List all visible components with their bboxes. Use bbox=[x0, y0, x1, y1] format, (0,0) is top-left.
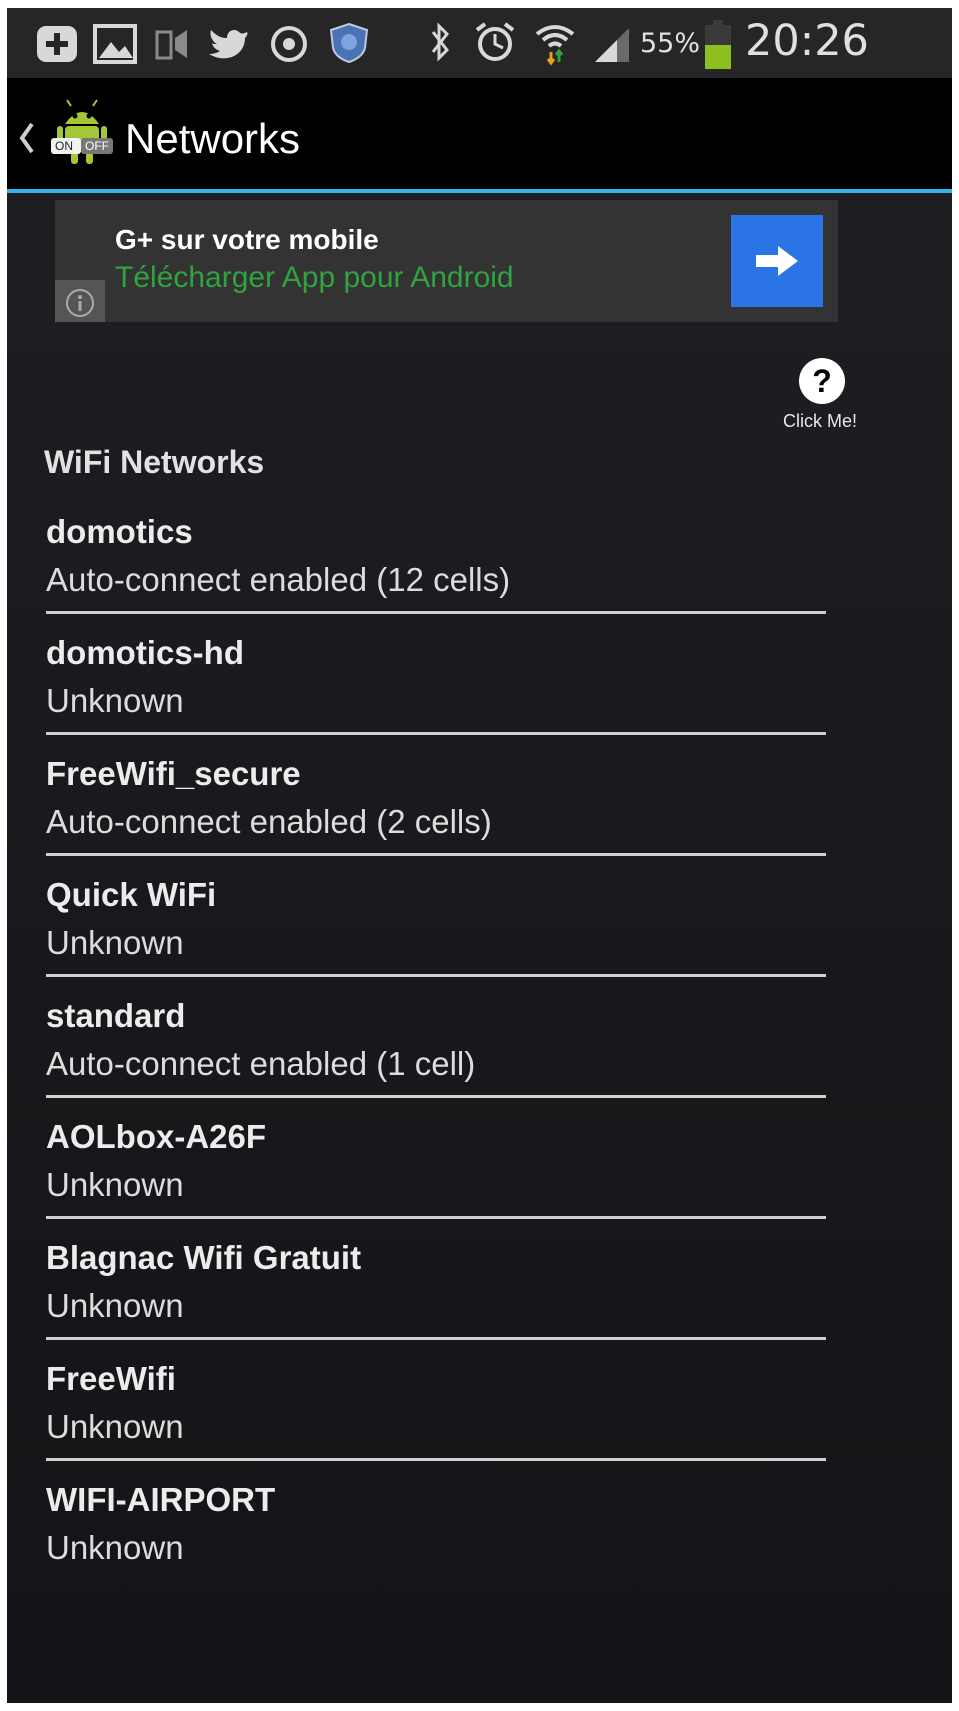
network-status: Unknown bbox=[46, 924, 184, 961]
network-name: FreeWifi_secure bbox=[46, 755, 301, 792]
help-label[interactable]: Click Me! bbox=[783, 411, 857, 432]
network-list-item[interactable]: domotics-hd Unknown bbox=[46, 634, 826, 755]
clock-time: 20:26 bbox=[745, 16, 869, 66]
network-list-item[interactable]: FreeWifi_secure Auto-connect enabled (2 … bbox=[46, 755, 826, 876]
target-icon bbox=[269, 24, 313, 69]
app-logo-on-label: ON bbox=[55, 139, 73, 153]
network-list-item[interactable]: AOLbox-A26F Unknown bbox=[46, 1118, 826, 1239]
info-icon bbox=[65, 288, 95, 323]
shield-icon bbox=[327, 22, 371, 69]
ad-title: G+ sur votre mobile bbox=[115, 224, 379, 255]
app-frame: 55% 20:26 ON OFF Networks G+ sur votre m… bbox=[7, 8, 952, 1703]
network-status: Unknown bbox=[46, 1287, 184, 1324]
list-divider bbox=[46, 1095, 826, 1098]
network-list-item[interactable]: Blagnac Wifi Gratuit Unknown bbox=[46, 1239, 826, 1360]
list-divider bbox=[46, 1458, 826, 1461]
network-list-item[interactable]: Quick WiFi Unknown bbox=[46, 876, 826, 997]
ad-info-button[interactable] bbox=[55, 280, 105, 322]
wifi-icon bbox=[533, 20, 577, 71]
battery-percent: 55% bbox=[640, 28, 701, 59]
network-name: domotics-hd bbox=[46, 634, 244, 671]
plus-icon bbox=[35, 24, 79, 69]
gallery-icon bbox=[93, 24, 137, 69]
network-status: Auto-connect enabled (1 cell) bbox=[46, 1045, 476, 1082]
network-status: Auto-connect enabled (2 cells) bbox=[46, 803, 492, 840]
section-title: WiFi Networks bbox=[44, 444, 265, 480]
network-name: FreeWifi bbox=[46, 1360, 176, 1397]
list-divider bbox=[46, 974, 826, 977]
chevron-left-icon bbox=[17, 120, 37, 161]
arrow-right-icon bbox=[754, 244, 800, 283]
network-status: Unknown bbox=[46, 1529, 184, 1566]
network-name: WIFI-AIRPORT bbox=[46, 1481, 276, 1518]
network-list-item[interactable]: FreeWifi Unknown bbox=[46, 1360, 826, 1481]
network-status: Unknown bbox=[46, 1166, 184, 1203]
ad-open-button[interactable] bbox=[731, 215, 823, 307]
help-button[interactable]: ? bbox=[799, 358, 845, 404]
page-title: Networks bbox=[125, 115, 301, 162]
app-logo-off-label: OFF bbox=[85, 139, 109, 153]
ad-banner[interactable]: G+ sur votre mobile Télécharger App pour… bbox=[55, 200, 838, 322]
network-status: Unknown bbox=[46, 1408, 184, 1445]
list-divider bbox=[46, 732, 826, 735]
cast-icon bbox=[151, 24, 195, 69]
status-bar: 55% 20:26 bbox=[7, 8, 952, 78]
battery-icon bbox=[703, 18, 733, 75]
list-divider bbox=[46, 1216, 826, 1219]
bluetooth-icon bbox=[425, 22, 455, 69]
network-status: Unknown bbox=[46, 682, 184, 719]
network-status: Auto-connect enabled (12 cells) bbox=[46, 561, 511, 598]
network-name: domotics bbox=[46, 513, 193, 550]
up-navigation[interactable]: ON OFF bbox=[13, 99, 117, 180]
network-list-item[interactable]: standard Auto-connect enabled (1 cell) bbox=[46, 997, 826, 1118]
network-list-item[interactable]: domotics Auto-connect enabled (12 cells) bbox=[46, 513, 826, 634]
list-divider bbox=[46, 853, 826, 856]
twitter-icon bbox=[207, 24, 251, 69]
network-list-item[interactable]: WIFI-AIRPORT Unknown bbox=[46, 1481, 826, 1602]
list-divider bbox=[46, 611, 826, 614]
ad-subtitle: Télécharger App pour Android bbox=[115, 261, 514, 294]
network-name: Quick WiFi bbox=[46, 876, 217, 913]
alarm-icon bbox=[473, 20, 517, 69]
network-name: Blagnac Wifi Gratuit bbox=[46, 1239, 362, 1276]
action-bar-divider bbox=[7, 189, 952, 193]
signal-icon bbox=[593, 24, 633, 69]
list-divider bbox=[46, 1337, 826, 1340]
network-name: AOLbox-A26F bbox=[46, 1118, 267, 1155]
network-name: standard bbox=[46, 997, 186, 1034]
